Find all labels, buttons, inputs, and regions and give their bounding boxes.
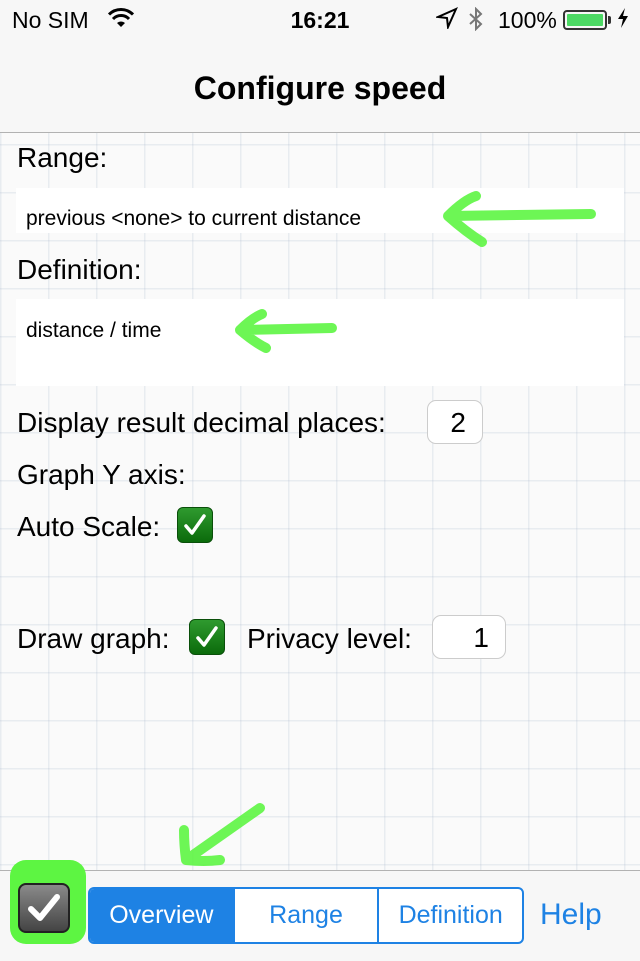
- definition-label: Definition:: [17, 254, 142, 285]
- help-button[interactable]: Help: [540, 898, 602, 932]
- privacy-level-label: Privacy level:: [247, 623, 412, 654]
- nav-bar: Configure speed: [0, 40, 640, 133]
- battery-icon: [563, 10, 607, 30]
- status-bar: No SIM 16:21 100%: [0, 0, 640, 40]
- page-title: Configure speed: [193, 70, 447, 106]
- decimal-places-label: Display result decimal places:: [17, 407, 386, 438]
- privacy-level-input[interactable]: 1: [432, 615, 506, 659]
- charging-icon: [616, 7, 630, 35]
- draw-graph-label: Draw graph:: [17, 623, 170, 654]
- view-segmented-control[interactable]: Overview Range Definition: [88, 887, 524, 944]
- range-label: Range:: [17, 142, 108, 173]
- tab-definition[interactable]: Definition: [377, 889, 522, 942]
- battery-percentage: 100%: [498, 7, 557, 33]
- auto-scale-checkbox[interactable]: [177, 507, 213, 543]
- graph-y-axis-label: Graph Y axis:: [17, 459, 186, 490]
- bluetooth-icon: [468, 6, 484, 37]
- draw-graph-checkbox[interactable]: [189, 619, 225, 655]
- tab-range[interactable]: Range: [232, 889, 378, 942]
- tab-overview[interactable]: Overview: [90, 889, 233, 942]
- location-icon: [434, 7, 458, 35]
- auto-scale-label: Auto Scale:: [17, 511, 161, 542]
- decimal-places-input[interactable]: 2: [427, 400, 483, 444]
- annotation-arrow-definition: [235, 309, 337, 353]
- annotation-arrow-done: [179, 803, 265, 866]
- annotation-arrow-range: [443, 191, 596, 247]
- done-button[interactable]: [18, 883, 70, 933]
